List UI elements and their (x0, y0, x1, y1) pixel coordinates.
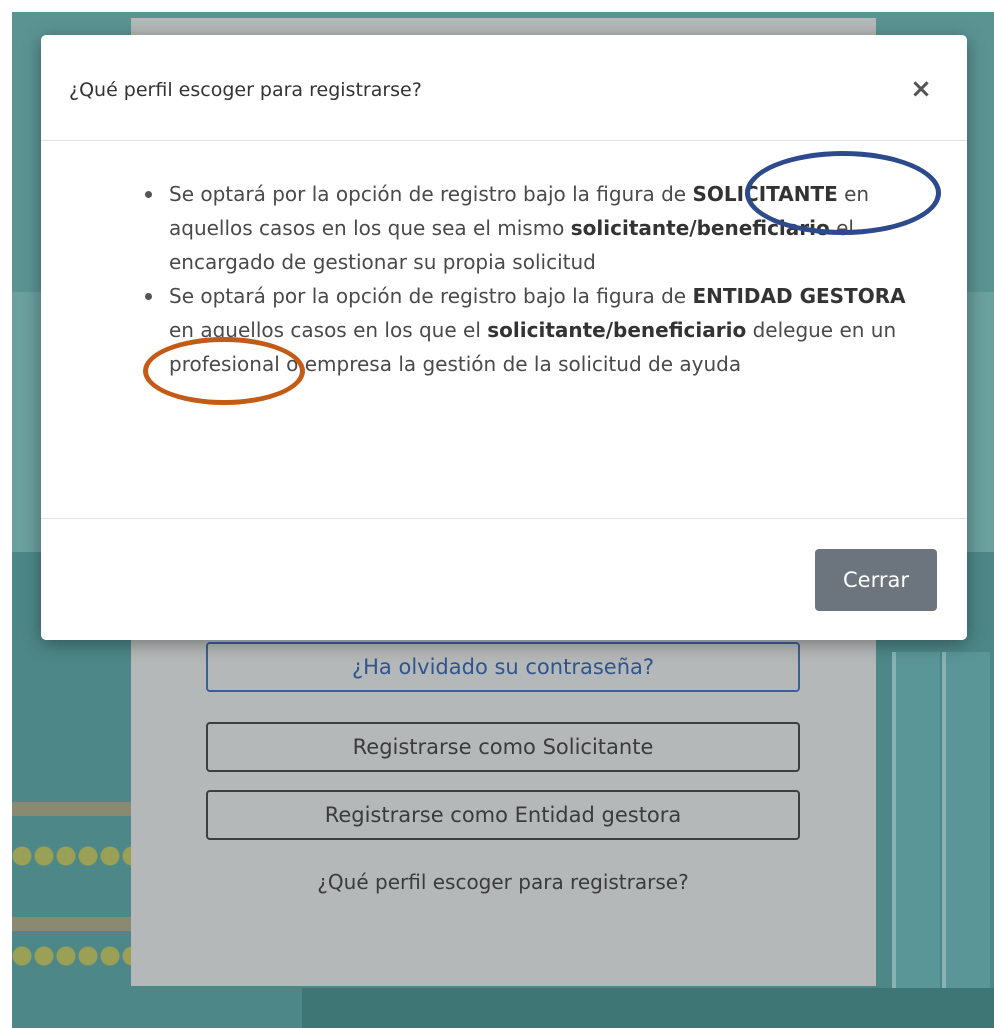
background-plants (12, 842, 132, 866)
modal-header: ¿Qué perfil escoger para registrarse? × (41, 35, 967, 141)
list-item: Se optará por la opción de registro bajo… (145, 279, 929, 381)
background-floor (302, 988, 994, 1028)
background-shelf (12, 917, 132, 931)
background-pillar (942, 652, 990, 1028)
bullet-bold-text: ENTIDAD GESTORA (692, 284, 906, 308)
profile-options-list: Se optará por la opción de registro bajo… (145, 177, 929, 381)
modal-body: Se optará por la opción de registro bajo… (41, 141, 967, 519)
bullet-bold-text: solicitante/beneficiario (570, 216, 830, 240)
close-button[interactable]: Cerrar (815, 549, 937, 611)
bullet-text: Se optará por la opción de registro bajo… (169, 284, 693, 308)
register-entity-button[interactable]: Registrarse como Entidad gestora (206, 790, 800, 840)
bullet-bold-text: SOLICITANTE (692, 182, 838, 206)
profile-help-link[interactable]: ¿Qué perfil escoger para registrarse? (206, 870, 800, 894)
bullet-dot-icon (145, 191, 152, 198)
background-plants (12, 942, 132, 966)
close-icon[interactable]: × (905, 73, 937, 105)
list-item: Se optará por la opción de registro bajo… (145, 177, 929, 279)
modal-title: ¿Qué perfil escoger para registrarse? (69, 79, 422, 101)
background-shelf (12, 802, 132, 816)
register-applicant-button[interactable]: Registrarse como Solicitante (206, 722, 800, 772)
bullet-text: en aquellos casos en los que el (169, 318, 488, 342)
bullet-bold-text: solicitante/beneficiario (487, 318, 747, 342)
forgot-password-button[interactable]: ¿Ha olvidado su contraseña? (206, 642, 800, 692)
bullet-dot-icon (145, 293, 152, 300)
bullet-text: Se optará por la opción de registro bajo… (169, 182, 693, 206)
background-pillar (892, 652, 940, 1028)
profile-help-modal: ¿Qué perfil escoger para registrarse? × … (41, 35, 967, 640)
